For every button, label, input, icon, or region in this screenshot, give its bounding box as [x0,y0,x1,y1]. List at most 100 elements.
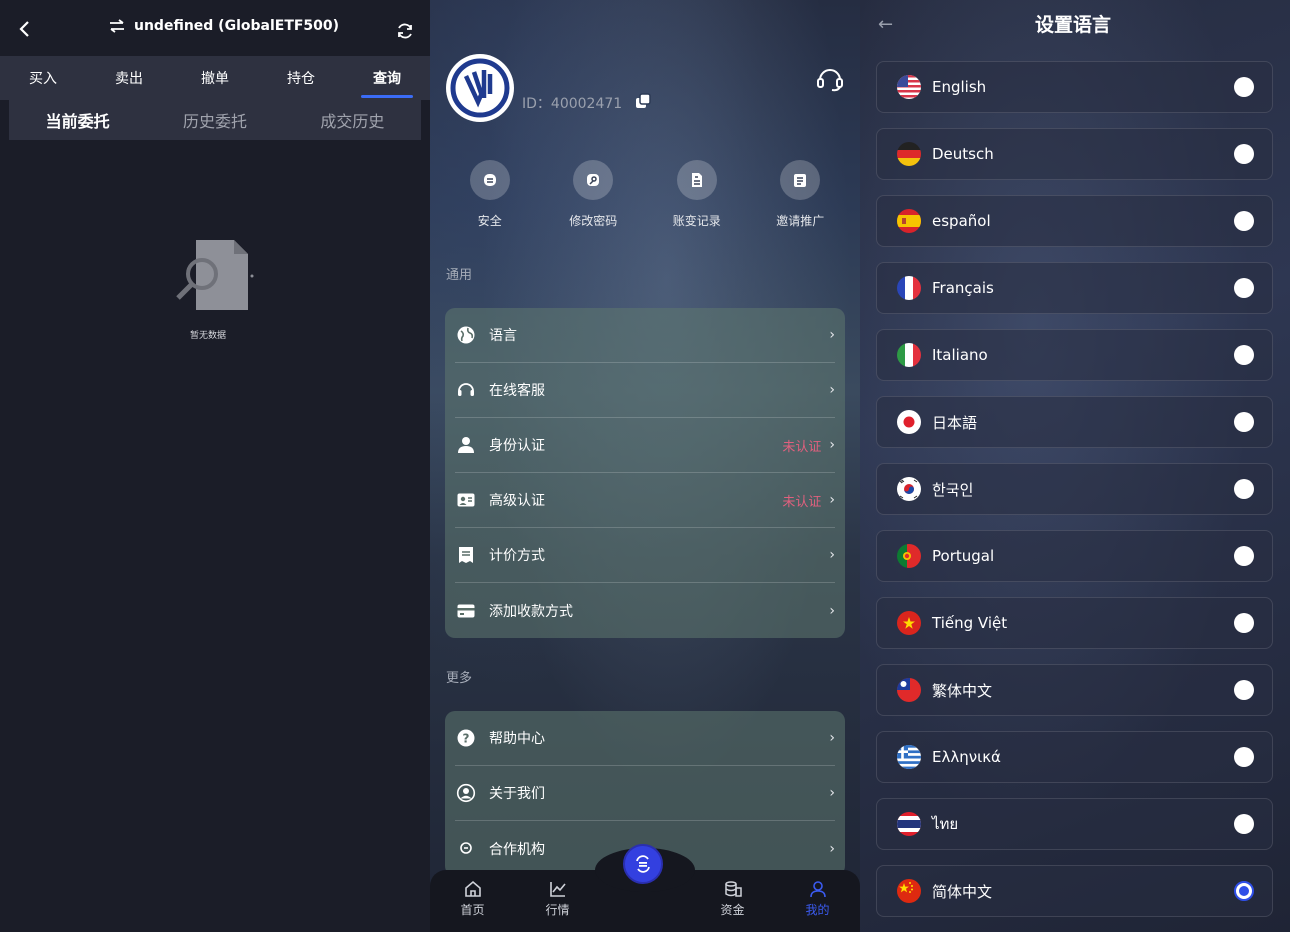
menu-add-payment-method-label: 添加收款方式 [489,603,573,620]
user-icon [809,881,826,898]
radio-button[interactable] [1234,680,1254,700]
quick-invite-label: 邀请推广 [776,214,825,228]
language-option-spanish[interactable]: español [876,195,1273,247]
language-option-french[interactable]: Français [876,262,1273,314]
language-name: ไทย [932,815,959,833]
quick-invite[interactable]: 邀请推广 [755,160,845,229]
exchange-icon [636,855,650,873]
headset-icon[interactable] [816,66,844,92]
query-subtabs: 当前委托 历史委托 成交历史 [9,100,421,140]
radio-button[interactable] [1234,479,1254,499]
language-panel: ← 设置语言 English Deutsch español Français … [860,0,1290,932]
quick-change-password[interactable]: 修改密码 [548,160,638,229]
menu-language-label: 语言 [489,328,517,344]
language-name: 繁体中文 [932,681,993,700]
language-option-portuguese[interactable]: Portugal [876,530,1273,582]
subtab-trade-history[interactable]: 成交历史 [320,108,384,132]
flag-thailand-icon [897,812,921,836]
refresh-icon[interactable] [396,22,414,40]
subtab-order-history[interactable]: 历史委托 [183,108,247,132]
nav-funds[interactable]: 资金 [705,880,761,918]
flag-us-icon [897,75,921,99]
quick-security[interactable]: 安全 [445,160,535,229]
language-option-vietnamese[interactable]: Tiếng Việt [876,597,1273,649]
menu-advanced-verification[interactable]: 高级认证 未认证 › [455,473,835,528]
trade-panel: undefined (GlobalETF500) 买入 卖出 撤单 持仓 查询 … [0,0,430,932]
language-option-thai[interactable]: ไทย [876,798,1273,850]
radio-button[interactable] [1234,144,1254,164]
language-header: ← 设置语言 [860,0,1290,46]
language-name: English [932,78,987,96]
language-name: Ελληνικά [932,748,1001,766]
tab-query[interactable]: 查询 [361,68,413,98]
language-name: 日本語 [932,413,978,432]
flag-greece-icon [897,745,921,769]
chevron-right-icon: › [829,730,835,746]
language-option-japanese[interactable]: 日本語 [876,396,1273,448]
unverified-status: 未认证 [782,439,822,455]
section-general-title: 通用 [446,268,473,283]
globe-icon [455,324,477,346]
nav-home[interactable]: 首页 [445,880,501,918]
flag-taiwan-icon [897,678,921,702]
radio-button[interactable] [1234,278,1254,298]
menu-online-support-label: 在线客服 [489,383,545,399]
nav-market[interactable]: 行情 [530,880,586,918]
nav-mine[interactable]: 我的 [790,880,846,918]
menu-about-us[interactable]: 关于我们 › [455,766,835,821]
menu-help-center[interactable]: ? 帮助中心 › [455,711,835,766]
no-data-icon [176,240,254,310]
menu-identity-verification[interactable]: 身份认证 未认证 › [455,418,835,473]
tab-cancel[interactable]: 撤单 [195,68,235,88]
menu-add-payment-method[interactable]: 添加收款方式 › [455,583,835,638]
help-icon: ? [455,727,477,749]
radio-button[interactable] [1234,77,1254,97]
profile-panel: ID：40002471 安全 修改密码 账变记录 邀请推广 通用 语言 › 在线… [430,0,860,932]
unverified-status: 未认证 [782,494,822,510]
language-option-italian[interactable]: Italiano [876,329,1273,381]
language-option-simplified-chinese[interactable]: 简体中文 [876,865,1273,917]
radio-button[interactable] [1234,412,1254,432]
tab-sell[interactable]: 卖出 [109,68,149,88]
radio-button-selected[interactable] [1234,881,1254,901]
chevron-right-icon: › [829,840,835,857]
radio-button[interactable] [1234,345,1254,365]
tab-buy[interactable]: 买入 [23,68,63,88]
language-option-greek[interactable]: Ελληνικά [876,731,1273,783]
back-arrow-icon[interactable] [18,20,32,38]
language-option-english[interactable]: English [876,61,1273,113]
trade-fab-button[interactable] [623,844,663,884]
page-title: 设置语言 [1034,14,1111,36]
avatar[interactable] [446,54,514,122]
nav-mine-label: 我的 [805,903,830,917]
support-headset-icon [455,379,477,401]
radio-button[interactable] [1234,211,1254,231]
subtab-current-orders[interactable]: 当前委托 [46,108,110,132]
radio-button[interactable] [1234,546,1254,566]
chevron-right-icon: › [829,492,835,508]
user-circle-icon [455,782,477,804]
copy-icon[interactable] [634,92,652,110]
language-name: Tiếng Việt [932,614,1008,632]
instrument-title[interactable]: undefined (GlobalETF500) [108,18,339,34]
quick-account-records[interactable]: 账变记录 [652,160,742,229]
menu-pricing-method[interactable]: 计价方式 › [455,528,835,583]
menu-language[interactable]: 语言 › [455,308,835,363]
id-card-icon [455,489,477,511]
language-option-korean[interactable]: 한국인 [876,463,1273,515]
language-name: 한국인 [932,480,974,499]
bottom-navigation: 首页 行情 资金 我的 [430,844,860,932]
tab-positions[interactable]: 持仓 [281,68,321,88]
radio-button[interactable] [1234,747,1254,767]
partner-icon [455,838,477,860]
flag-spain-icon [897,209,921,233]
menu-online-support[interactable]: 在线客服 › [455,363,835,418]
menu-about-us-label: 关于我们 [489,786,545,802]
language-option-german[interactable]: Deutsch [876,128,1273,180]
language-option-traditional-chinese[interactable]: 繁体中文 [876,664,1273,716]
radio-button[interactable] [1234,613,1254,633]
flag-portugal-icon [897,544,921,568]
quick-security-label: 安全 [477,214,502,228]
radio-button[interactable] [1234,814,1254,834]
language-name: Français [932,279,994,297]
